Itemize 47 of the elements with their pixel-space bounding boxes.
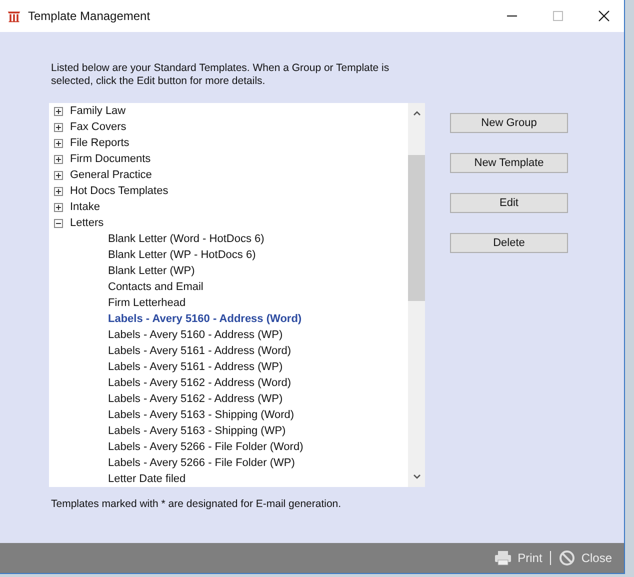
tree-item[interactable]: Labels - Avery 5162 - Address (WP)	[108, 393, 283, 405]
instructions-text: Listed below are your Standard Templates. When a Group or Template is selected, click the Edit button for more details.	[51, 62, 390, 88]
tree-item[interactable]: Labels - Avery 5163 - Shipping (WP)	[108, 425, 286, 437]
tree-item[interactable]: Blank Letter (WP - HotDocs 6)	[108, 249, 256, 261]
expand-icon[interactable]	[54, 186, 63, 196]
tree-item[interactable]: Labels - Avery 5266 - File Folder (WP)	[108, 457, 295, 469]
tree-item[interactable]: Labels - Avery 5160 - Address (Word)	[108, 313, 302, 325]
tree-group[interactable]: Family Law	[70, 105, 126, 117]
tree-item[interactable]: Labels - Avery 5163 - Shipping (Word)	[108, 409, 294, 421]
scrollbar[interactable]	[408, 103, 425, 487]
action-button[interactable]: New Template	[450, 153, 568, 173]
expand-icon[interactable]	[54, 154, 63, 164]
tree-item[interactable]: Labels - Avery 5162 - Address (Word)	[108, 377, 292, 389]
tree-item[interactable]: Contacts and Email	[108, 281, 204, 293]
app-logo-icon	[7, 9, 21, 23]
expand-icon[interactable]	[54, 122, 63, 132]
tree-group[interactable]: File Reports	[70, 137, 130, 149]
action-button[interactable]: Delete	[450, 233, 568, 253]
expand-icon[interactable]	[54, 202, 63, 212]
tree-group[interactable]: General Practice	[70, 169, 152, 181]
scroll-up-icon[interactable]	[412, 109, 422, 117]
tree-item[interactable]: Blank Letter (WP)	[108, 265, 195, 277]
window-title: Template Management	[28, 9, 150, 23]
tree-group[interactable]: Hot Docs Templates	[70, 185, 168, 197]
printer-icon[interactable]	[494, 550, 512, 566]
tree-item[interactable]: Letter Date filed	[108, 473, 186, 485]
action-button[interactable]: Edit	[450, 193, 568, 213]
collapse-icon[interactable]	[54, 218, 63, 228]
scrollbar-thumb[interactable]	[408, 155, 425, 301]
tree-group[interactable]: Fax Covers	[70, 121, 126, 133]
tree-item[interactable]: Labels - Avery 5161 - Address (WP)	[108, 361, 283, 373]
no-entry-icon[interactable]	[559, 550, 576, 566]
expand-icon[interactable]	[54, 138, 63, 148]
expand-icon[interactable]	[54, 106, 63, 116]
tree-group[interactable]: Intake	[70, 201, 100, 213]
tree-group[interactable]: Firm Documents	[70, 153, 151, 165]
scroll-down-icon[interactable]	[412, 473, 422, 481]
tree-item[interactable]: Labels - Avery 5266 - File Folder (Word)	[108, 441, 304, 453]
close-icon[interactable]	[598, 10, 610, 22]
tree-item[interactable]: Labels - Avery 5160 - Address (WP)	[108, 329, 283, 341]
footnote-text: Templates marked with * are designated for E-mail generation.	[51, 498, 342, 510]
tree-item[interactable]: Labels - Avery 5161 - Address (Word)	[108, 345, 292, 357]
tree-item[interactable]: Blank Letter (Word - HotDocs 6)	[108, 233, 264, 245]
expand-icon[interactable]	[54, 170, 63, 180]
action-button[interactable]: New Group	[450, 113, 568, 133]
tree-group[interactable]: Letters	[70, 217, 104, 229]
tree-item[interactable]: Firm Letterhead	[108, 297, 186, 309]
